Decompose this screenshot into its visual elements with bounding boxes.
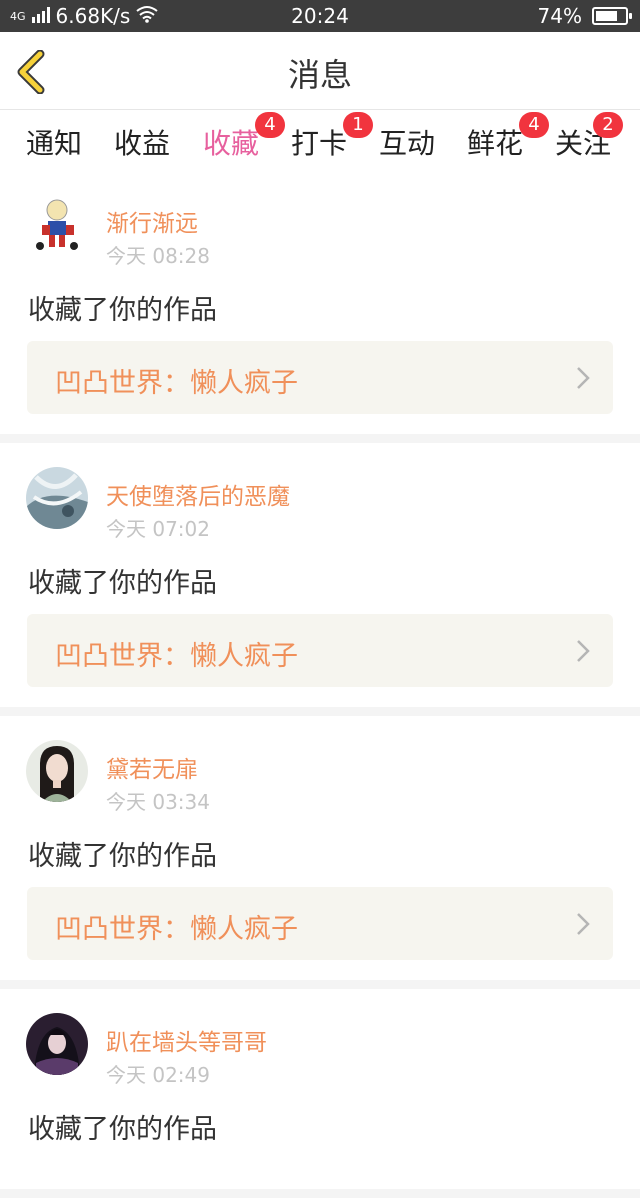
tab-label: 通知	[26, 127, 83, 160]
username[interactable]: 趴在墙头等哥哥	[106, 1023, 267, 1057]
status-right: 74%	[537, 4, 632, 28]
avatar[interactable]	[26, 1013, 88, 1075]
username[interactable]: 天使堕落后的恶魔	[106, 477, 290, 511]
action-text: 收藏了你的作品	[28, 568, 217, 599]
tab-favorites[interactable]: 收藏 4	[203, 112, 286, 178]
work-link[interactable]: 凹凸世界：懒人疯子	[27, 341, 613, 414]
tab-checkin[interactable]: 打卡 1	[291, 112, 374, 162]
page-title: 消息	[287, 56, 352, 94]
timestamp: 今天 07:02	[106, 517, 210, 541]
list-item: 黛若无扉 今天 03:34 收藏了你的作品 凹凸世界：懒人疯子	[0, 716, 640, 980]
tab-follow[interactable]: 关注 2	[555, 112, 624, 162]
tab-label: 收藏	[203, 127, 260, 160]
action-text: 收藏了你的作品	[28, 1114, 217, 1145]
tab-label: 互动	[379, 127, 436, 160]
work-link[interactable]: 凹凸世界：懒人疯子	[27, 614, 613, 687]
work-link[interactable]: 凹凸世界：懒人疯子	[27, 887, 613, 960]
tab-interaction[interactable]: 互动	[379, 122, 435, 162]
list-item: 渐行渐远 今天 08:28 收藏了你的作品 凹凸世界：懒人疯子	[0, 170, 640, 434]
username[interactable]: 黛若无扉	[106, 750, 198, 784]
tab-badge: 4	[255, 112, 286, 138]
username[interactable]: 渐行渐远	[106, 204, 198, 238]
avatar[interactable]	[26, 194, 88, 256]
action-text: 收藏了你的作品	[28, 295, 217, 326]
list-item: 趴在墙头等哥哥 今天 02:49 收藏了你的作品	[0, 989, 640, 1189]
favorites-feed: 渐行渐远 今天 08:28 收藏了你的作品 凹凸世界：懒人疯子 天使堕落后的恶魔…	[0, 170, 640, 1198]
tab-notice[interactable]: 通知	[26, 122, 82, 162]
timestamp: 今天 08:28	[106, 244, 210, 268]
timestamp: 今天 03:34	[106, 790, 210, 814]
battery-percent: 74%	[537, 4, 582, 28]
tab-badge: 4	[519, 112, 550, 138]
chevron-right-icon	[577, 640, 590, 662]
nav-bar: 消息	[0, 32, 640, 110]
tab-flowers[interactable]: 鲜花 4	[467, 112, 550, 162]
chevron-right-icon	[577, 367, 590, 389]
action-text: 收藏了你的作品	[28, 841, 217, 872]
tab-label: 打卡	[291, 127, 348, 160]
tab-badge: 1	[343, 112, 374, 138]
list-item: 天使堕落后的恶魔 今天 07:02 收藏了你的作品 凹凸世界：懒人疯子	[0, 443, 640, 707]
tab-label: 鲜花	[467, 127, 524, 160]
battery-icon	[592, 7, 632, 25]
tab-bar: 通知 收益 收藏 4 打卡 1 互动 鲜花 4 关注 2	[0, 110, 640, 178]
timestamp: 今天 02:49	[106, 1063, 210, 1087]
status-bar: 4G 6.68K/s 20:24 74%	[0, 0, 640, 32]
avatar[interactable]	[26, 740, 88, 802]
tab-label: 收益	[114, 127, 171, 160]
work-title: 凹凸世界：懒人疯子	[55, 641, 298, 672]
avatar[interactable]	[26, 467, 88, 529]
chevron-right-icon	[577, 913, 590, 935]
tab-earnings[interactable]: 收益	[114, 122, 170, 162]
battery-fill	[596, 11, 617, 21]
tab-badge: 2	[593, 112, 624, 138]
work-title: 凹凸世界：懒人疯子	[55, 368, 298, 399]
work-title: 凹凸世界：懒人疯子	[55, 914, 298, 945]
